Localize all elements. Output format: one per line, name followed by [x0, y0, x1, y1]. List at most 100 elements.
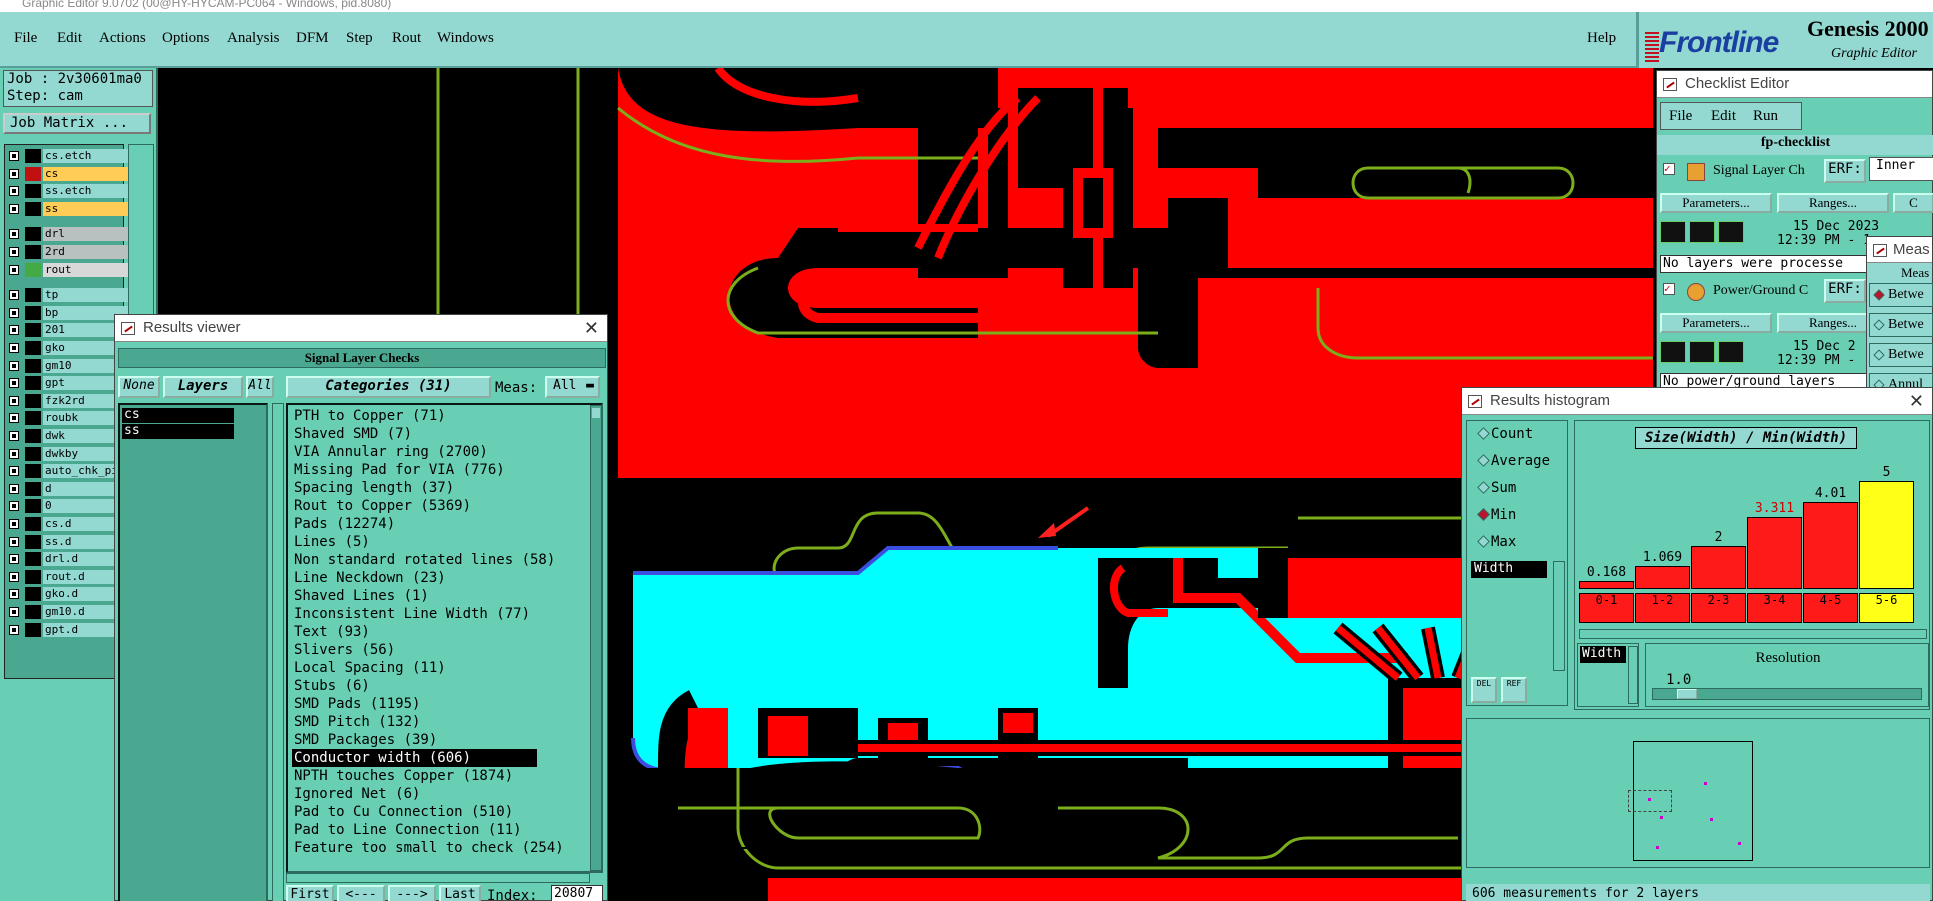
row1-erf-button[interactable]: ERF:: [1824, 159, 1866, 183]
layer-checkbox[interactable]: [9, 186, 19, 197]
histogram-bin-label[interactable]: 5-6: [1859, 593, 1914, 623]
layer-checkbox[interactable]: [9, 343, 19, 353]
results-viewer-titlebar[interactable]: Results viewer ✕: [115, 315, 607, 342]
row2-erf-button[interactable]: ERF:: [1824, 279, 1866, 303]
radio-icon[interactable]: [1873, 319, 1885, 331]
layer-color-swatch[interactable]: [25, 552, 41, 567]
layer-row-auto_chk_pi[interactable]: auto_chk_pi: [7, 463, 128, 479]
width-field[interactable]: Width: [1580, 646, 1626, 663]
layer-checkbox[interactable]: [9, 307, 19, 318]
layer-row-cs.d[interactable]: cs.d: [7, 516, 128, 532]
layer-checkbox[interactable]: [9, 536, 19, 547]
layer-checkbox[interactable]: [9, 247, 19, 257]
layer-row-roubk[interactable]: roubk: [7, 410, 128, 426]
menu-actions[interactable]: Actions: [99, 30, 146, 47]
list-item-cs[interactable]: cs: [122, 408, 234, 423]
category-item[interactable]: Slivers (56): [292, 641, 537, 659]
layer-row-0[interactable]: 0: [7, 498, 128, 514]
layer-color-swatch[interactable]: [25, 376, 41, 391]
layer-color-swatch[interactable]: [25, 499, 41, 514]
category-item[interactable]: Rout to Copper (5369): [292, 497, 537, 515]
row1-parameters-button[interactable]: Parameters...: [1660, 193, 1772, 213]
close-icon[interactable]: ✕: [1909, 388, 1924, 414]
category-item[interactable]: VIA Annular ring (2700): [292, 443, 537, 461]
radio-icon[interactable]: [1477, 454, 1490, 467]
radio-icon[interactable]: [1477, 535, 1490, 548]
category-item[interactable]: Missing Pad for VIA (776): [292, 461, 537, 479]
category-item[interactable]: Shaved Lines (1): [292, 587, 537, 605]
layer-color-swatch[interactable]: [25, 245, 41, 259]
menu-step[interactable]: Step: [346, 30, 373, 47]
measure-item[interactable]: Betwe: [1869, 343, 1933, 367]
category-item[interactable]: Conductor width (606): [292, 749, 537, 767]
layer-checkbox[interactable]: [9, 360, 19, 371]
layer-checkbox[interactable]: [9, 168, 19, 179]
checklist-menu-run[interactable]: Run: [1753, 108, 1778, 125]
layers-button[interactable]: Layers: [163, 376, 243, 398]
histogram-bar[interactable]: [1691, 545, 1746, 589]
layer-checkbox[interactable]: [9, 151, 19, 161]
category-item[interactable]: Feature too small to check (254): [292, 839, 564, 857]
layer-color-swatch[interactable]: [25, 605, 41, 619]
category-item[interactable]: PTH to Copper (71): [292, 407, 537, 425]
checklist-menu-file[interactable]: File: [1669, 108, 1692, 125]
row1-erf-field[interactable]: Inner: [1869, 157, 1933, 181]
menu-options[interactable]: Options: [162, 30, 210, 47]
resolution-slider-thumb[interactable]: [1677, 689, 1697, 699]
histogram-bin-label[interactable]: 0-1: [1579, 593, 1634, 623]
category-item[interactable]: Non standard rotated lines (58): [292, 551, 555, 569]
layer-checkbox[interactable]: [9, 395, 19, 406]
run-action-icon[interactable]: [1689, 221, 1715, 243]
category-item[interactable]: Shaved SMD (7): [292, 425, 537, 443]
layer-checkbox[interactable]: [9, 229, 19, 240]
layer-checkbox[interactable]: [9, 448, 19, 459]
delete-button[interactable]: DEL: [1471, 677, 1497, 703]
run-check-icon[interactable]: [1660, 221, 1686, 243]
layer-color-swatch[interactable]: [25, 288, 41, 303]
row2-label[interactable]: Power/Ground C: [1713, 283, 1808, 299]
meas-dropdown[interactable]: All ▬: [545, 376, 600, 398]
row1-label[interactable]: Signal Layer Ch: [1713, 163, 1805, 179]
scroll-up-icon[interactable]: [592, 408, 600, 418]
histogram-bin-label[interactable]: 2-3: [1691, 593, 1746, 623]
layer-color-swatch[interactable]: [25, 341, 41, 355]
layer-checkbox[interactable]: [9, 203, 19, 214]
refresh-button[interactable]: REF: [1501, 677, 1527, 703]
row2-parameters-button[interactable]: Parameters...: [1660, 313, 1772, 333]
layer-row-drl.d[interactable]: drl.d: [7, 551, 128, 567]
option-min[interactable]: Min: [1477, 506, 1516, 524]
layer-color-swatch[interactable]: [25, 464, 41, 479]
option-sum[interactable]: Sum: [1477, 479, 1516, 497]
layer-color-swatch[interactable]: [25, 149, 41, 163]
category-hscrollbar[interactable]: [286, 873, 590, 883]
option-max[interactable]: Max: [1477, 533, 1516, 551]
layer-color-swatch[interactable]: [25, 429, 41, 443]
preview-zoom-box[interactable]: [1628, 790, 1672, 812]
layer-color-swatch[interactable]: [25, 517, 41, 531]
radio-icon[interactable]: [1477, 427, 1490, 440]
checklist-menu-edit[interactable]: Edit: [1711, 108, 1736, 125]
menu-edit[interactable]: Edit: [57, 30, 82, 47]
close-icon[interactable]: ✕: [584, 315, 599, 341]
layer-color-swatch[interactable]: [25, 393, 41, 408]
layer-color-swatch[interactable]: [25, 411, 41, 426]
layer-list-scrollbar[interactable]: [272, 403, 284, 901]
histogram-bar[interactable]: [1579, 581, 1634, 589]
layer-results-list[interactable]: cs ss: [118, 403, 268, 901]
row2-checkbox[interactable]: ✓: [1663, 283, 1675, 295]
option-average[interactable]: Average: [1477, 452, 1550, 470]
histogram-expression[interactable]: Size(Width) / Min(Width): [1635, 427, 1857, 449]
layer-color-swatch[interactable]: [25, 323, 41, 338]
layer-checkbox[interactable]: [9, 571, 19, 582]
first-button[interactable]: First: [286, 885, 334, 901]
category-item[interactable]: Text (93): [292, 623, 537, 641]
preview-frame[interactable]: [1628, 741, 1753, 861]
layer-name[interactable]: cs.etch: [43, 149, 128, 163]
radio-icon[interactable]: [1873, 289, 1885, 301]
layer-row-cs[interactable]: cs: [7, 166, 128, 182]
row1-extra-button[interactable]: C: [1893, 193, 1933, 213]
category-scrollbar[interactable]: [590, 405, 602, 871]
radio-icon[interactable]: [1477, 508, 1490, 521]
layer-name[interactable]: tp: [43, 288, 128, 303]
categories-button[interactable]: Categories (31): [286, 376, 491, 398]
